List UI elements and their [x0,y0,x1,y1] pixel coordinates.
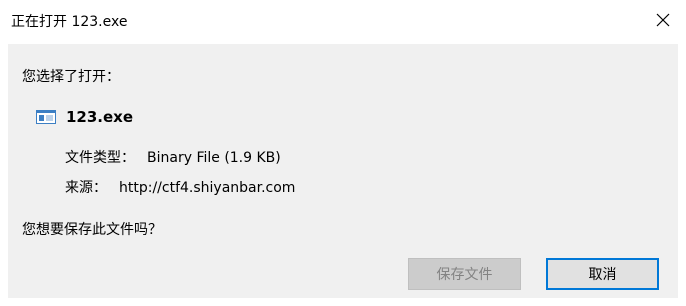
dialog-content: 您选择了打开： 123.exe 文件类型： Binary File (1.9 KB… [8,44,678,298]
file-type-row: 文件类型： Binary File (1.9 KB) [65,148,281,168]
close-icon [656,13,670,27]
file-type-label: 文件类型： [65,150,135,166]
file-name: 123.exe [66,108,134,126]
source-label: 来源： [65,180,107,196]
file-type-value: Binary File (1.9 KB) [147,150,281,166]
exe-file-icon [36,109,56,125]
close-button[interactable] [640,0,686,40]
save-question: 您想要保存此文件吗？ [22,222,162,238]
save-file-button[interactable]: 保存文件 [408,258,521,290]
cancel-button[interactable]: 取消 [546,258,659,290]
window-title: 正在打开 123.exe [11,14,128,30]
source-value: http://ctf4.shiyanbar.com [119,180,296,196]
file-row: 123.exe [36,106,133,128]
file-open-dialog: 正在打开 123.exe 您选择了打开： 123.exe 文件类型： Binar… [0,0,686,306]
title-bar: 正在打开 123.exe [0,0,686,44]
source-row: 来源： http://ctf4.shiyanbar.com [65,178,295,198]
chose-to-open-label: 您选择了打开： [22,69,120,85]
